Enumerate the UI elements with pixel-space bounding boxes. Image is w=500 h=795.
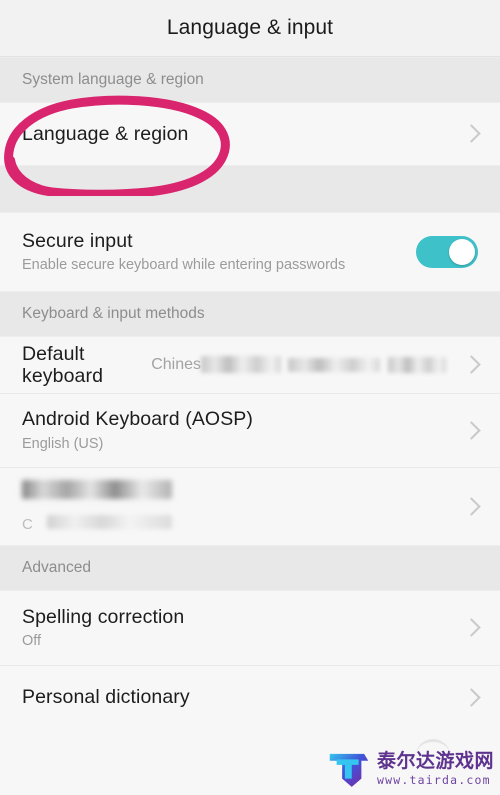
row-title: Default keyboard [22, 342, 104, 387]
chevron-right-icon [464, 616, 478, 640]
redacted-block [388, 356, 446, 373]
tairda-logo-icon [329, 753, 369, 787]
row-subtitle: Enable secure keyboard while entering pa… [22, 257, 346, 274]
chevron-right-icon [464, 686, 478, 710]
row-title: Secure input [22, 229, 133, 252]
row-secure-input[interactable]: Secure input Enable secure keyboard whil… [0, 213, 500, 291]
row-redacted-input-method[interactable]: C [0, 467, 500, 545]
row-text: Android Keyboard (AOSP) English (US) [22, 408, 458, 452]
row-title: Personal dictionary [22, 686, 190, 709]
row-text: Language & region [22, 123, 458, 145]
chevron-right-icon [464, 122, 478, 146]
toggle-knob [449, 239, 475, 265]
watermark: 泰尔达游戏网 www.tairda.com [327, 739, 494, 791]
row-subtitle: English (US) [22, 435, 104, 452]
row-personal-dictionary[interactable]: Personal dictionary [0, 665, 500, 729]
section-header-system-language: System language & region [0, 57, 500, 103]
row-title: Language & region [22, 122, 189, 145]
redacted-block [22, 479, 172, 499]
secure-input-toggle[interactable] [416, 236, 478, 268]
watermark-url: www.tairda.com [376, 772, 491, 787]
row-text: Default keyboard [22, 343, 151, 388]
row-default-keyboard[interactable]: Default keyboard Chines [0, 337, 500, 393]
page-title: Language & input [166, 16, 334, 39]
watermark-text: 泰尔达游戏网 www.tairda.com [376, 751, 494, 787]
chevron-right-icon [464, 353, 478, 377]
section-header-label: Advanced [22, 559, 91, 576]
section-header-label: System language & region [22, 71, 204, 88]
redacted-block [46, 514, 172, 529]
row-spelling-correction[interactable]: Spelling correction Off [0, 591, 500, 665]
section-header-label: Keyboard & input methods [22, 305, 205, 322]
chevron-right-icon [464, 495, 478, 519]
row-title: Spelling correction [22, 605, 185, 628]
redacted-block [288, 357, 380, 372]
settings-screen: Language & input System language & regio… [0, 0, 500, 795]
row-subtitle: Off [22, 633, 42, 650]
title-bar: Language & input [0, 0, 500, 57]
row-title-redacted [22, 479, 458, 504]
row-language-and-region[interactable]: Language & region [0, 103, 500, 165]
chevron-right-icon [464, 419, 478, 443]
row-android-keyboard-aosp[interactable]: Android Keyboard (AOSP) English (US) [0, 393, 500, 467]
row-text: C [22, 479, 458, 534]
row-subtitle-redacted: C [22, 509, 458, 534]
row-text: Spelling correction Off [22, 606, 458, 650]
section-divider-band [0, 165, 500, 213]
row-subtitle-prefix: C [22, 515, 33, 533]
default-keyboard-value-text: Chines [151, 356, 201, 373]
redacted-block [201, 356, 281, 374]
row-title: Android Keyboard (AOSP) [22, 408, 253, 431]
default-keyboard-value: Chines [151, 356, 446, 374]
row-text: Personal dictionary [22, 686, 458, 708]
section-header-advanced: Advanced [0, 545, 500, 591]
section-header-keyboard-input-methods: Keyboard & input methods [0, 291, 500, 337]
row-text: Secure input Enable secure keyboard whil… [22, 230, 416, 274]
watermark-arc-decoration [416, 739, 450, 755]
